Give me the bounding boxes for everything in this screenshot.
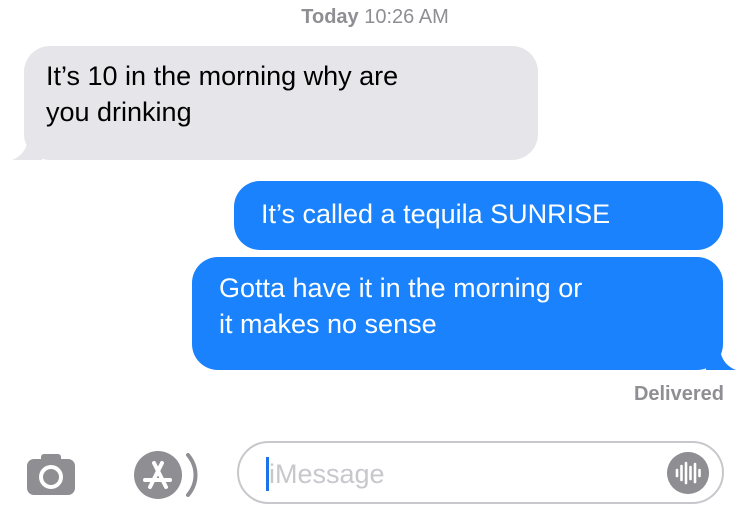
audio-waveform-icon[interactable] (667, 452, 709, 494)
timestamp-time: 10:26 AM (364, 6, 449, 28)
message-line: Gotta have it in the morning or (219, 273, 583, 303)
incoming-message-bubble[interactable]: It’s 10 in the morning why are you drink… (12, 46, 538, 160)
bubble-tail-icon (12, 136, 42, 160)
outgoing-message-bubble[interactable]: It’s called a tequila SUNRISE (234, 181, 723, 250)
bubble-tail-icon (706, 346, 736, 370)
camera-icon[interactable] (25, 449, 77, 501)
outgoing-message-bubble[interactable]: Gotta have it in the morning or it makes… (192, 257, 736, 370)
timestamp-day: Today (301, 6, 359, 28)
message-timestamp: Today 10:26 AM (0, 6, 750, 29)
message-line: It’s called a tequila SUNRISE (261, 199, 611, 229)
message-input[interactable]: iMessage (237, 441, 724, 504)
message-line: it makes no sense (219, 309, 437, 339)
message-placeholder: iMessage (269, 459, 385, 489)
app-store-icon[interactable] (128, 445, 200, 505)
delivered-status: Delivered (633, 383, 724, 405)
composer-bar: iMessage (0, 440, 750, 521)
message-line: you drinking (46, 97, 192, 127)
message-line: It’s 10 in the morning why are (46, 61, 399, 91)
